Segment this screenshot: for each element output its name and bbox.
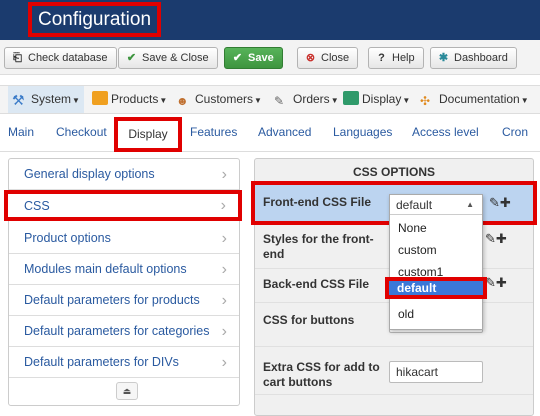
chevron-right-icon: › (221, 230, 227, 247)
tab-cron[interactable]: Cron (502, 125, 528, 139)
caret-down-icon: ▼ (254, 96, 262, 105)
close-circle-icon: ⊗ (305, 52, 316, 64)
tab-main[interactable]: Main (8, 125, 34, 139)
help-button[interactable]: ? Help (368, 47, 424, 69)
main-menu: ⚒ System▼ Products▼ ☻ Customers▼ ✎ Orders▼ … (0, 85, 540, 114)
menu-documentation[interactable]: ✣ Documentation▼ (420, 86, 529, 113)
sidebar-item-css[interactable]: CSS › (4, 190, 242, 221)
config-tabs: Main Checkout Display Features Advanced … (0, 114, 540, 152)
sidebar-item-modules-default[interactable]: Modules main default options › (9, 254, 239, 285)
chevron-right-icon: › (221, 354, 227, 371)
select-option[interactable]: None (390, 217, 482, 239)
database-check-icon: ⎗ (13, 52, 22, 64)
documentation-icon: ✣ (420, 94, 431, 108)
frontend-styles-label: Styles for the front-end (263, 232, 374, 261)
chevron-right-icon: › (221, 261, 227, 278)
close-button[interactable]: ⊗ Close (297, 47, 359, 69)
help-icon: ? (378, 52, 385, 64)
orders-icon: ✎ (274, 94, 285, 108)
tab-access-level[interactable]: Access level (412, 125, 479, 139)
wrench-icon: ⚒ (12, 92, 25, 108)
tab-languages[interactable]: Languages (333, 125, 392, 139)
caret-down-icon: ▼ (330, 96, 339, 105)
caret-down-icon: ▼ (159, 96, 168, 105)
menu-system[interactable]: ⚒ System▼ (8, 86, 84, 113)
chevron-right-icon: › (221, 292, 227, 309)
chevron-right-icon: › (221, 323, 227, 340)
select-option[interactable]: old (390, 303, 482, 325)
page-title: Configuration (28, 2, 162, 37)
select-option[interactable]: custom (390, 239, 482, 261)
check-database-button[interactable]: ⎗ Check database (4, 47, 117, 69)
tab-checkout[interactable]: Checkout (56, 125, 107, 139)
header-bar: Configuration (0, 0, 540, 40)
eject-icon: ⏏ (122, 386, 132, 396)
save-button[interactable]: ✔ Save (224, 47, 283, 69)
chevron-right-icon: › (221, 166, 227, 183)
sidebar-item-default-products[interactable]: Default parameters for products › (9, 285, 239, 316)
caret-down-icon: ▼ (520, 96, 529, 105)
collapse-sidebar-button[interactable]: ⏏ (116, 382, 138, 400)
display-icon (343, 91, 359, 105)
caret-up-icon: ▲ (466, 200, 474, 209)
dashboard-icon: ✱ (438, 52, 449, 64)
display-sections-list: General display options › CSS › Product op… (4, 158, 242, 406)
frontend-css-label: Front-end CSS File (263, 195, 371, 209)
select-option-highlighted[interactable]: default (385, 277, 487, 299)
frontend-css-select[interactable]: default ▲ None custom custom1 default old (385, 194, 487, 330)
dashboard-button[interactable]: ✱ Dashboard (430, 47, 517, 69)
tab-display[interactable]: Display (114, 117, 182, 152)
menu-customers[interactable]: ☻ Customers▼ (176, 86, 262, 113)
menu-orders[interactable]: ✎ Orders▼ (274, 86, 339, 113)
tab-advanced[interactable]: Advanced (258, 125, 311, 139)
chevron-right-icon: › (220, 197, 226, 214)
buttons-css-label: CSS for buttons (263, 313, 355, 327)
extra-css-label: Extra CSS for add to cart buttons (263, 360, 380, 389)
edit-pencil-icon[interactable]: ✎✚ (485, 231, 507, 247)
check-icon: ✔ (232, 52, 243, 64)
toolbar: ⎗ Check database ✔ Save & Close ✔ Save ⊗ Clo… (0, 40, 540, 75)
caret-down-icon: ▼ (402, 96, 411, 105)
menu-products[interactable]: Products▼ (92, 86, 167, 113)
edit-pencil-icon[interactable]: ✎✚ (485, 275, 507, 291)
save-close-button[interactable]: ✔ Save & Close (118, 47, 218, 69)
products-icon (92, 91, 108, 105)
sidebar-item-product-options[interactable]: Product options › (9, 223, 239, 254)
sidebar-item-general-display[interactable]: General display options › (9, 159, 239, 190)
extra-css-input[interactable]: hikacart (389, 361, 483, 383)
select-current-value[interactable]: default ▲ (390, 195, 482, 215)
sidebar-item-default-categories[interactable]: Default parameters for categories › (9, 316, 239, 347)
backend-css-label: Back-end CSS File (263, 277, 370, 291)
menu-display[interactable]: Display▼ (343, 86, 410, 113)
edit-pencil-icon[interactable]: ✎✚ (489, 195, 511, 211)
check-icon: ✔ (126, 52, 137, 64)
users-icon: ☻ (176, 94, 189, 108)
sidebar-item-default-divs[interactable]: Default parameters for DIVs › (9, 347, 239, 378)
extra-css-row: Extra CSS for add to cart buttons hikaca… (255, 355, 533, 395)
tab-features[interactable]: Features (190, 125, 237, 139)
caret-down-icon: ▼ (72, 96, 80, 105)
